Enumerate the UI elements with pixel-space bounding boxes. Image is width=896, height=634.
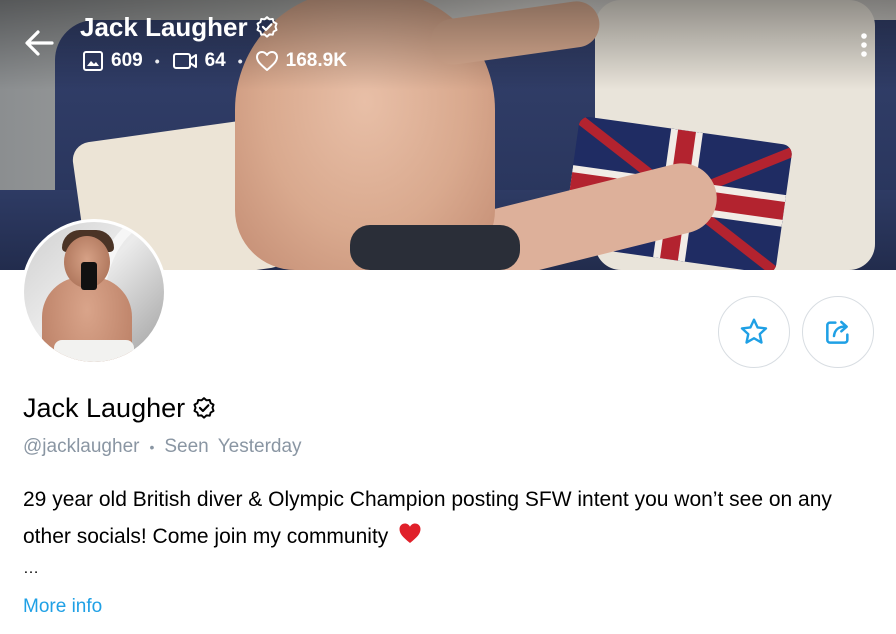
header-title: Jack Laugher — [80, 12, 280, 43]
avatar[interactable] — [21, 219, 167, 365]
star-icon — [740, 318, 768, 344]
seen-label: Seen — [164, 436, 209, 457]
photos-stat: 609 — [82, 50, 143, 72]
vertical-dots-icon — [861, 33, 867, 57]
videos-stat: 64 — [172, 50, 226, 72]
header-name: Jack Laugher — [80, 12, 248, 42]
verified-badge-icon — [256, 15, 278, 38]
seen-value: Yesterday — [217, 436, 302, 457]
verified-badge-icon — [193, 396, 215, 419]
profile-handle: @jacklaugher — [23, 436, 140, 457]
photos-count: 609 — [111, 50, 143, 71]
video-icon — [172, 53, 197, 69]
image-icon — [83, 51, 103, 71]
profile-subline: @jacklaugher • Seen Yesterday — [23, 436, 302, 458]
separator-dot: • — [237, 53, 243, 69]
heart-outline-icon — [255, 51, 278, 71]
bio-ellipsis: … — [23, 560, 39, 577]
share-button[interactable] — [802, 296, 874, 368]
likes-stat: 168.9K — [255, 50, 347, 72]
profile-bio: 29 year old British diver & Olympic Cham… — [23, 481, 873, 556]
back-button[interactable] — [22, 28, 56, 58]
likes-count: 168.9K — [285, 50, 347, 71]
add-to-favorites-button[interactable] — [718, 296, 790, 368]
header-stats: 609 • 64 • 168.9K — [82, 50, 347, 72]
more-options-button[interactable] — [852, 30, 876, 60]
top-bar: Jack Laugher 609 • 64 • 168.9K — [0, 0, 896, 90]
profile-name: Jack Laugher — [23, 393, 217, 424]
arrow-left-icon — [25, 30, 54, 56]
separator-dot: • — [149, 439, 155, 455]
red-heart-emoji-icon — [398, 519, 422, 556]
videos-count: 64 — [204, 50, 226, 71]
more-info-link[interactable]: More info — [23, 596, 102, 618]
bio-text: 29 year old British diver & Olympic Cham… — [23, 488, 832, 548]
share-icon — [826, 320, 849, 344]
separator-dot: • — [154, 53, 160, 69]
profile-name-text: Jack Laugher — [23, 393, 186, 423]
